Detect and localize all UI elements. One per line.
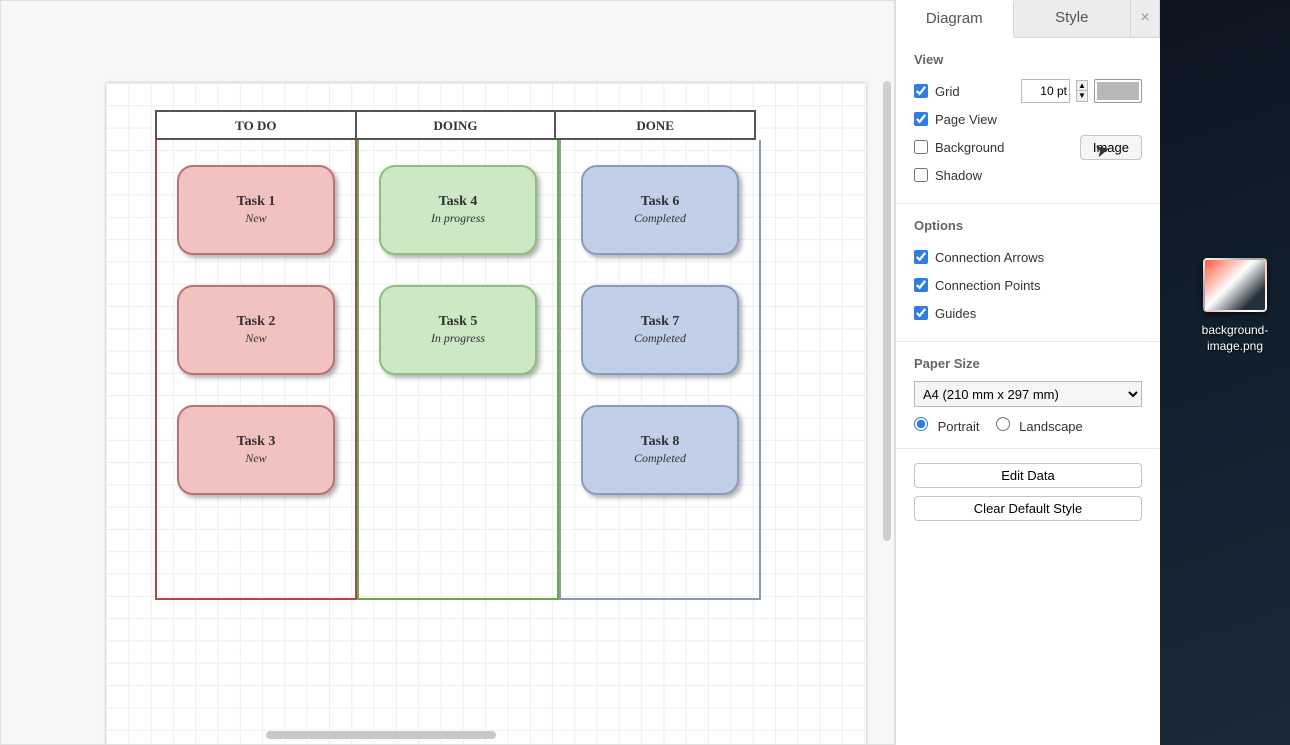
card-title: Task 1 [237,194,276,210]
background-checkbox[interactable] [914,140,928,154]
page-view-checkbox[interactable] [914,112,928,126]
card-status: New [245,211,266,226]
kanban-column-header[interactable]: DONE [554,112,754,138]
kanban-columns: Task 1NewTask 2NewTask 3NewTask 4In prog… [155,140,756,600]
horizontal-scrollbar[interactable] [1,728,894,742]
portrait-radio[interactable] [914,417,928,431]
clear-default-style-button[interactable]: Clear Default Style [914,496,1142,521]
kanban-header: TO DODOINGDONE [155,110,756,140]
card-title: Task 8 [641,434,680,450]
horizontal-scroll-thumb[interactable] [266,731,496,739]
landscape-label: Landscape [1019,419,1083,434]
kanban-column[interactable]: Task 4In progressTask 5In progress [357,140,559,600]
card-status: New [245,331,266,346]
connection-arrows-label: Connection Arrows [935,250,1044,265]
options-title: Options [914,218,1142,233]
grid-checkbox-label[interactable]: Grid [914,84,960,99]
canvas-area[interactable]: TO DODOINGDONE Task 1NewTask 2NewTask 3N… [0,0,895,745]
kanban-column[interactable]: Task 1NewTask 2NewTask 3New [155,140,357,600]
tab-diagram[interactable]: Diagram [896,1,1014,38]
orientation-row: Portrait Landscape [914,417,1142,434]
connection-arrows-checkbox[interactable] [914,250,928,264]
landscape-radio-label[interactable]: Landscape [996,417,1083,434]
background-image-button[interactable]: Image [1080,135,1142,160]
connection-arrows-checkbox-label[interactable]: Connection Arrows [914,250,1044,265]
file-name-line2: image.png [1195,338,1275,354]
landscape-radio[interactable] [996,417,1010,431]
tab-close-button[interactable]: × [1131,0,1160,37]
page-view-checkbox-label[interactable]: Page View [914,112,997,127]
vertical-scrollbar[interactable] [880,1,894,744]
shadow-checkbox-label[interactable]: Shadow [914,168,982,183]
shadow-checkbox[interactable] [914,168,928,182]
kanban-card[interactable]: Task 4In progress [379,165,537,255]
portrait-label: Portrait [938,419,980,434]
kanban-card[interactable]: Task 7Completed [581,285,739,375]
panel-tabs: Diagram Style × [896,0,1160,38]
card-title: Task 5 [439,314,478,330]
connection-points-label: Connection Points [935,278,1041,293]
card-status: New [245,451,266,466]
panel-action-buttons: Edit Data Clear Default Style [896,449,1160,535]
page-view-label: Page View [935,112,997,127]
kanban-column[interactable]: Task 6CompletedTask 7CompletedTask 8Comp… [559,140,761,600]
card-title: Task 3 [237,434,276,450]
desktop-background[interactable]: background- image.png [1160,0,1290,745]
paper-size-section: Paper Size A4 (210 mm x 297 mm) Portrait… [896,342,1160,449]
guides-checkbox[interactable] [914,306,928,320]
desktop-file-icon[interactable]: background- image.png [1195,258,1275,354]
page[interactable]: TO DODOINGDONE Task 1NewTask 2NewTask 3N… [106,83,866,745]
grid-color-swatch[interactable] [1094,79,1142,103]
file-name-line1: background- [1195,322,1275,338]
kanban-column-header[interactable]: TO DO [157,112,355,138]
grid-size-input[interactable] [1021,79,1070,103]
card-title: Task 2 [237,314,276,330]
file-thumbnail-icon [1203,258,1267,312]
edit-data-button[interactable]: Edit Data [914,463,1142,488]
grid-size-up[interactable]: ▲ [1076,80,1088,91]
shadow-label: Shadow [935,168,982,183]
kanban-card[interactable]: Task 6Completed [581,165,739,255]
kanban-board[interactable]: TO DODOINGDONE Task 1NewTask 2NewTask 3N… [155,110,756,600]
vertical-scroll-thumb[interactable] [883,81,891,541]
portrait-radio-label[interactable]: Portrait [914,417,980,434]
card-title: Task 7 [641,314,680,330]
view-title: View [914,52,1142,67]
paper-size-title: Paper Size [914,356,1142,371]
card-status: Completed [634,451,686,466]
card-title: Task 6 [641,194,680,210]
grid-size-down[interactable]: ▼ [1076,91,1088,102]
grid-checkbox[interactable] [914,84,928,98]
tab-style[interactable]: Style [1014,0,1132,37]
card-status: In progress [431,211,485,226]
card-status: Completed [634,211,686,226]
format-panel: Diagram Style × View Grid ▲ ▼ Page V [895,0,1160,745]
kanban-card[interactable]: Task 1New [177,165,335,255]
card-title: Task 4 [439,194,478,210]
paper-size-dropdown[interactable]: A4 (210 mm x 297 mm) [914,381,1142,407]
kanban-card[interactable]: Task 3New [177,405,335,495]
connection-points-checkbox[interactable] [914,278,928,292]
connection-points-checkbox-label[interactable]: Connection Points [914,278,1041,293]
kanban-card[interactable]: Task 2New [177,285,335,375]
guides-label: Guides [935,306,976,321]
guides-checkbox-label[interactable]: Guides [914,306,976,321]
card-status: Completed [634,331,686,346]
options-section: Options Connection Arrows Connection Poi… [896,204,1160,342]
background-label: Background [935,140,1004,155]
kanban-column-header[interactable]: DOING [355,112,555,138]
kanban-card[interactable]: Task 5In progress [379,285,537,375]
view-section: View Grid ▲ ▼ Page View [896,38,1160,204]
grid-label: Grid [935,84,960,99]
grid-size-spinner: ▲ ▼ [1076,80,1088,102]
card-status: In progress [431,331,485,346]
kanban-card[interactable]: Task 8Completed [581,405,739,495]
